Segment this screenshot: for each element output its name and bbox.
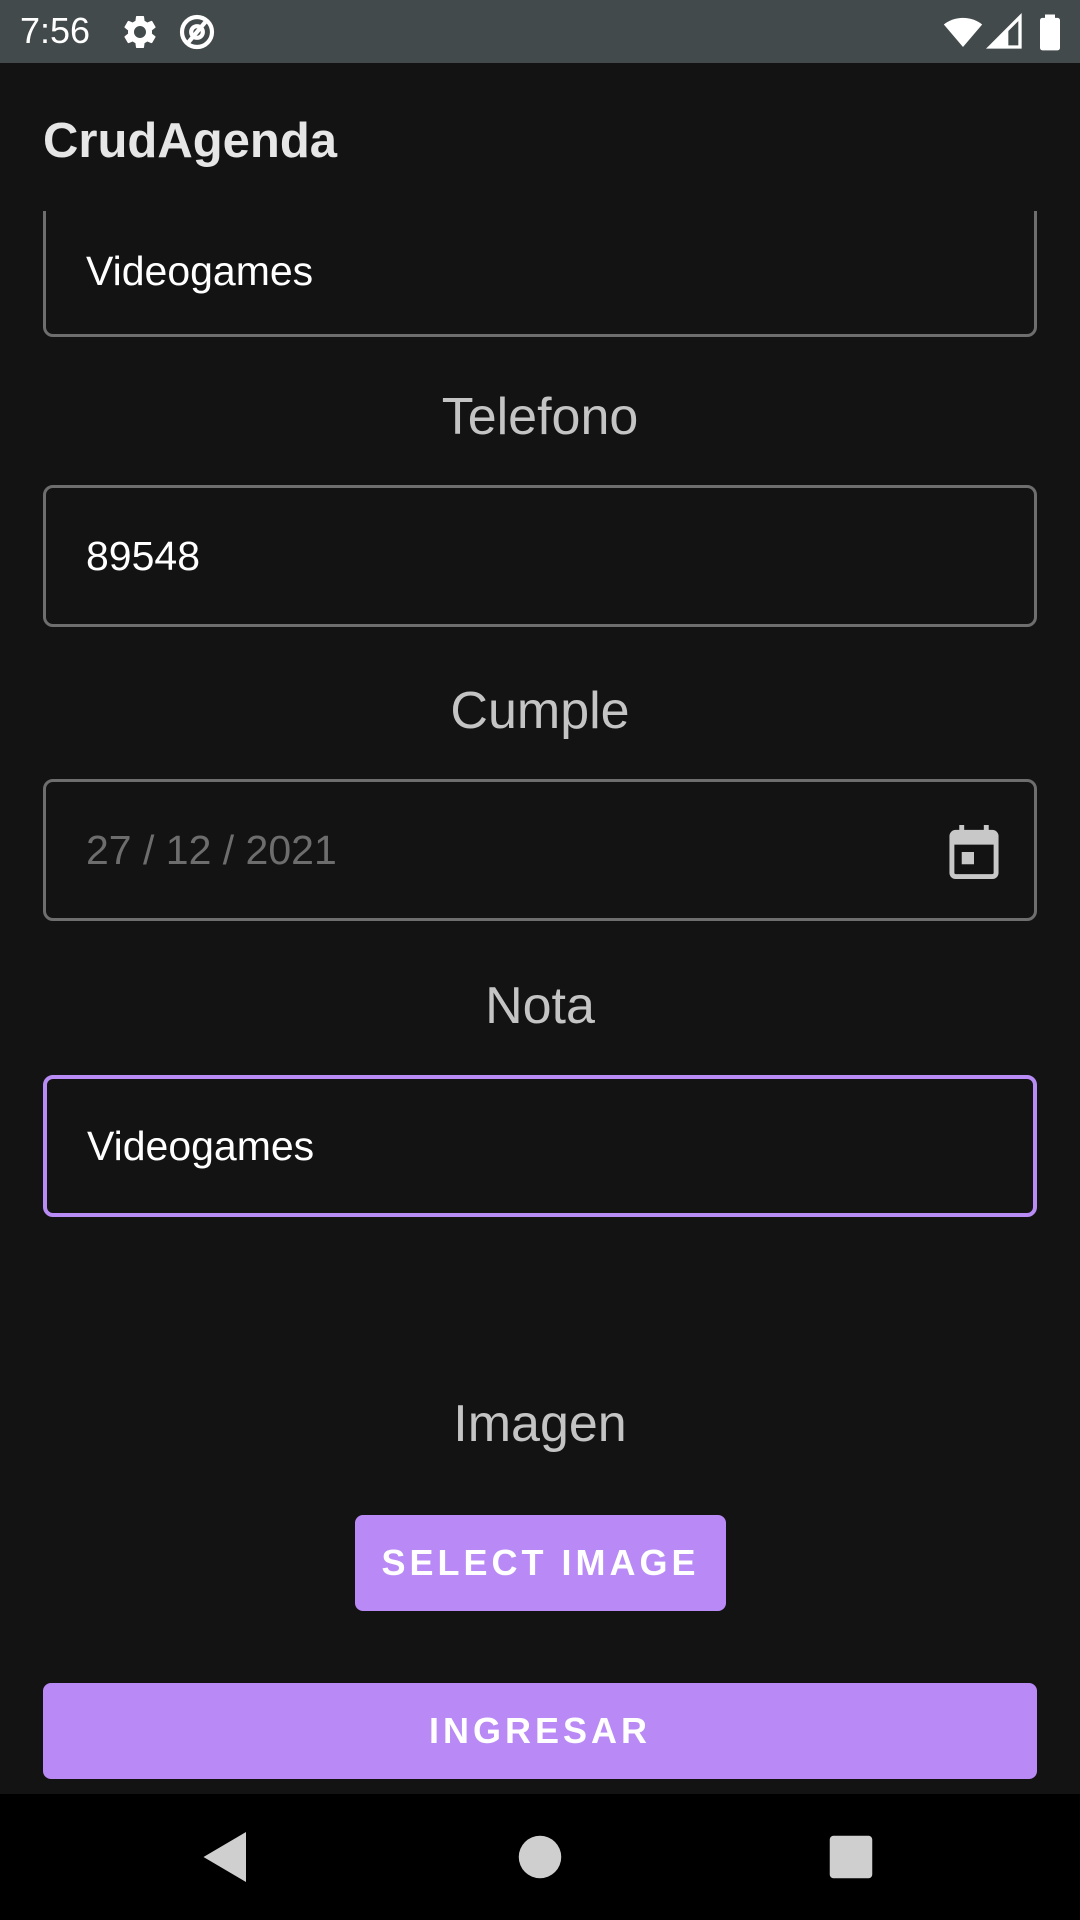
telefono-input[interactable]: 89548	[43, 485, 1037, 627]
ingresar-button[interactable]: INGRESAR	[43, 1683, 1037, 1779]
previous-field-value: Videogames	[86, 247, 314, 294]
cumple-label: Cumple	[450, 682, 630, 740]
back-icon[interactable]	[196, 1827, 256, 1887]
recents-icon[interactable]	[821, 1827, 881, 1887]
telefono-label: Telefono	[441, 388, 639, 446]
screen: 7:56 CrudAgenda Videogames Telefono 8954…	[0, 0, 1080, 1920]
navigation-bar	[0, 1794, 1080, 1920]
wifi-icon	[943, 17, 983, 47]
telefono-value: 89548	[86, 532, 201, 579]
status-bar: 7:56	[0, 0, 1080, 63]
nota-label: Nota	[485, 977, 595, 1035]
nota-input[interactable]: Videogames	[43, 1075, 1037, 1217]
data-saver-icon	[179, 14, 215, 50]
cumple-value: 27 / 12 / 2021	[86, 826, 337, 873]
nota-value: Videogames	[87, 1122, 315, 1169]
app-title: CrudAgenda	[43, 114, 337, 168]
select-image-button[interactable]: SELECT IMAGE	[355, 1515, 726, 1611]
previous-field-input[interactable]: Videogames	[43, 211, 1037, 337]
app-bar: CrudAgenda	[0, 63, 1080, 211]
home-icon[interactable]	[510, 1827, 570, 1887]
status-time: 7:56	[20, 10, 91, 51]
cumple-date-input[interactable]: 27 / 12 / 2021	[43, 779, 1037, 921]
calendar-icon[interactable]	[949, 825, 999, 879]
settings-icon	[124, 15, 156, 48]
form-content[interactable]: Videogames Telefono 89548 Cumple 27 / 12…	[0, 211, 1080, 1794]
battery-icon	[1040, 14, 1060, 51]
imagen-label: Imagen	[453, 1395, 627, 1453]
signal-icon	[985, 12, 1022, 49]
